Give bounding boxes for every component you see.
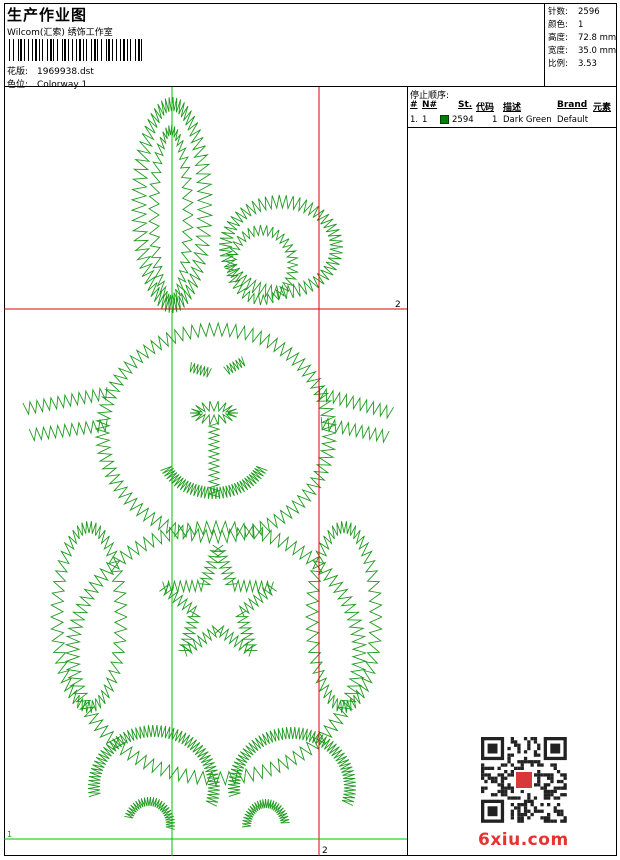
- header-info: 生产作业图 Wilcom(汇索) 绣饰工作室 花版: 1969938.dst 色位…: [4, 3, 545, 90]
- row-desc: Dark Green: [503, 115, 552, 125]
- row-n: 1: [422, 115, 428, 125]
- marker-1: 1: [7, 830, 12, 839]
- col-code: 代码: [476, 103, 495, 113]
- col-elem: 元素: [593, 103, 612, 113]
- stats-panel: 针数: 2596 颜色: 1 高度: 72.8 mm 宽度: 35.0 mm 比例: 3.…: [545, 3, 617, 87]
- pattern-line: 花版: 1969938.dst: [7, 64, 94, 77]
- stitch-group: [22, 96, 394, 830]
- col-brand: Brand: [557, 100, 588, 110]
- col-desc: 描述: [503, 103, 522, 113]
- pattern-label: 花版:: [7, 67, 29, 77]
- qr-logo: [516, 772, 532, 788]
- stat-stitches: 针数: 2596: [548, 7, 600, 17]
- stat-width: 宽度: 35.0 mm: [548, 46, 617, 56]
- stat-scale: 比例: 3.53: [548, 59, 597, 69]
- barcode: [9, 39, 142, 61]
- stat-colors: 颜色: 1: [548, 20, 584, 30]
- marker-2-top: 2: [395, 300, 401, 310]
- row-brand: Default: [557, 115, 589, 125]
- row-st: 2594: [452, 115, 474, 125]
- sheet-title: 生产作业图: [7, 6, 88, 24]
- row-code: 1: [492, 115, 498, 125]
- watermark: 6xiu.com: [478, 830, 569, 850]
- col-st: St.: [458, 100, 473, 110]
- col-n: N#: [422, 100, 438, 110]
- pattern-value: 1969938.dst: [37, 67, 94, 77]
- bunny-embroidery: 2 2 1: [4, 87, 407, 856]
- row-num: 1.: [410, 115, 419, 125]
- qr-code: [481, 737, 567, 823]
- stat-height: 高度: 72.8 mm: [548, 33, 617, 43]
- studio-name: Wilcom(汇索) 绣饰工作室: [7, 28, 113, 38]
- col-num: #: [410, 100, 418, 110]
- marker-2-bottom: 2: [322, 846, 328, 856]
- stop-sequence-panel: 停止顺序: # N# St. 代码 描述 Brand 元素 1. 1 2594 …: [408, 87, 617, 856]
- embroidery-design-area: 2 2 1: [4, 87, 408, 856]
- table-rule: [408, 127, 617, 128]
- thread-color-swatch: [440, 115, 449, 124]
